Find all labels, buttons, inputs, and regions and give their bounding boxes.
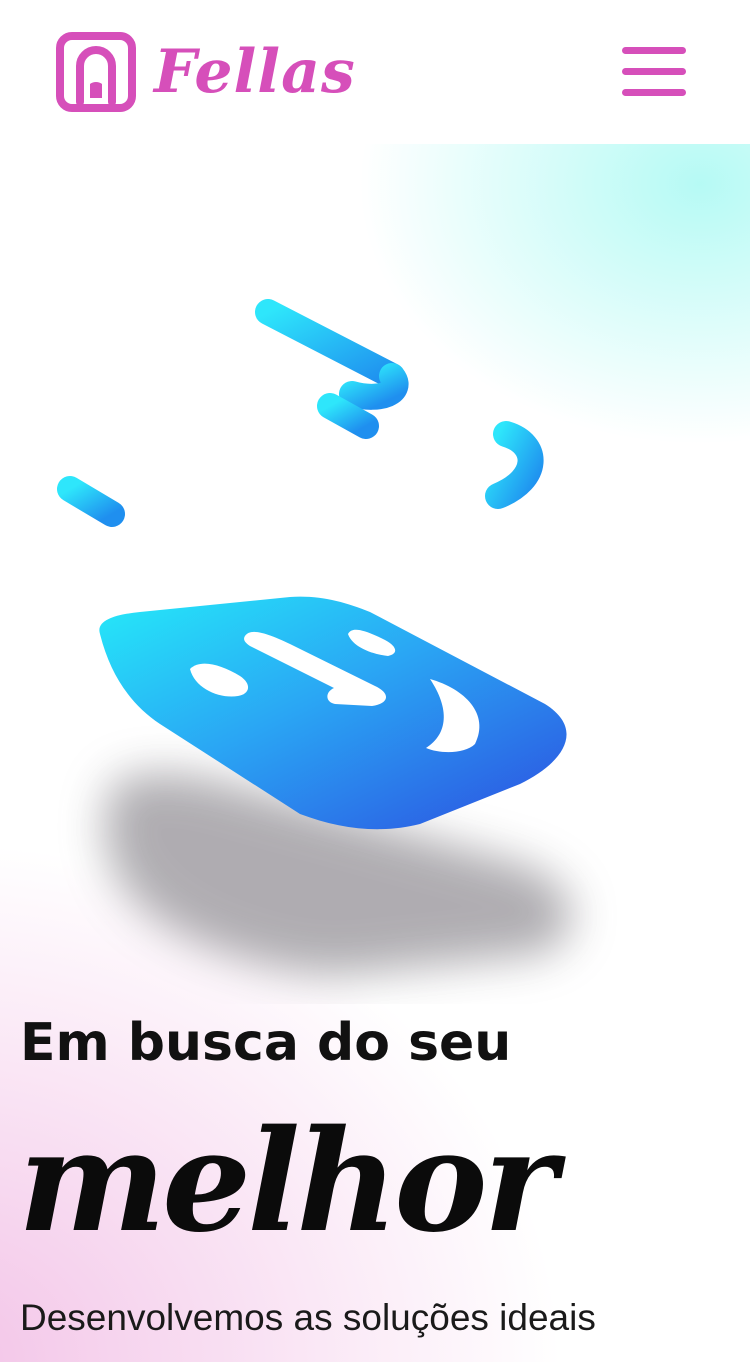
hamburger-menu-icon[interactable] (620, 44, 688, 100)
floating-pill-3 (317, 393, 379, 439)
brand-name: Fellas (154, 37, 356, 107)
landing-page: Fellas Em busca do seu melhor Desenvolve… (0, 0, 750, 1362)
hero-highlight-word: melhor (18, 1100, 557, 1264)
floating-pill-5 (485, 421, 544, 509)
hero-subtitle: Desenvolvemos as soluções ideais (20, 1297, 596, 1338)
floating-pill-4 (57, 476, 125, 527)
brand-logo[interactable]: Fellas (56, 32, 356, 112)
user-profile-logo-icon (56, 32, 136, 112)
site-header: Fellas (0, 0, 750, 144)
floating-chat-illustration (57, 299, 573, 975)
floating-pill-1 (255, 299, 405, 389)
hero-headline: Em busca do seu (20, 1013, 512, 1073)
